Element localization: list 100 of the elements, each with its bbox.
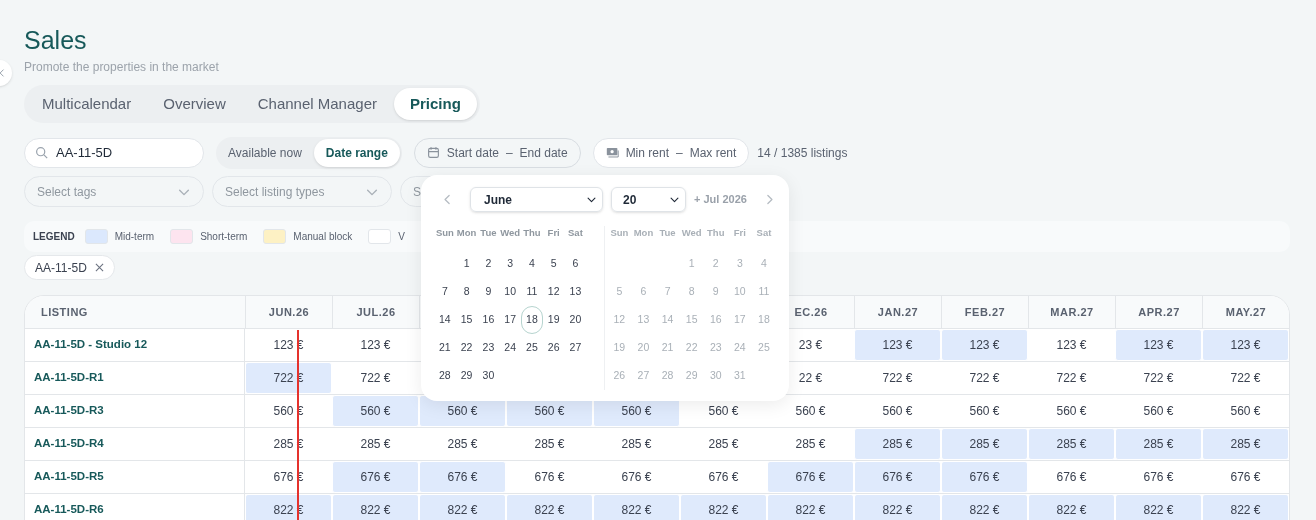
calendar-day[interactable]: 12 (542, 278, 565, 307)
calendar-day[interactable]: 19 (542, 306, 565, 335)
weekday-label: Tue (658, 226, 677, 240)
price-cell: 822 € (680, 494, 767, 520)
cash-icon (605, 147, 619, 158)
column-header: MAY.27 (1202, 296, 1289, 328)
calendar-day[interactable]: 20 (564, 306, 587, 335)
tab[interactable]: Overview (148, 88, 241, 120)
column-header: APR.27 (1115, 296, 1202, 328)
calendar-day[interactable]: 2 (477, 250, 500, 279)
page-subtitle: Promote the properties in the market (24, 59, 219, 76)
calendar-day[interactable]: 5 (542, 250, 565, 279)
weekday-label: Wed (680, 226, 703, 240)
price-cell: 676 € (854, 461, 941, 493)
calendar-day[interactable]: 10 (499, 278, 522, 307)
legend-label: Short-term (200, 230, 248, 244)
column-header: JUL.26 (332, 296, 419, 328)
calendar-day[interactable]: 16 (477, 306, 500, 335)
tab[interactable]: Pricing (394, 88, 477, 120)
calendar-day[interactable]: 28 (434, 362, 456, 391)
weekday-label: Sun (609, 226, 630, 240)
price-cell: 285 € (1115, 428, 1202, 460)
price-cell: 822 € (506, 494, 593, 520)
end-date-placeholder: End date (519, 144, 568, 162)
calendar-day[interactable]: 23 (477, 334, 500, 363)
weekday-label: Fri (546, 226, 561, 240)
max-rent-placeholder: Max rent (689, 144, 737, 162)
price-cell: 822 € (419, 494, 506, 520)
date-range-field[interactable]: Start date – End date (413, 137, 581, 168)
calendar-day[interactable]: 6 (564, 250, 587, 279)
toggle-option[interactable]: Date range (313, 138, 400, 167)
price-cell: 676 € (767, 461, 854, 493)
legend-title: LEGEND (33, 230, 75, 244)
range-separator: – (505, 144, 513, 162)
weekday-label: Thu (522, 226, 542, 240)
start-date-placeholder: Start date (446, 144, 499, 162)
calendar-day[interactable]: 8 (455, 278, 478, 307)
filter-chip[interactable]: AA-11-5D (24, 255, 115, 280)
price-cell: 676 € (332, 461, 419, 493)
calendar-day[interactable]: 3 (499, 250, 522, 279)
price-cell: 285 € (1028, 428, 1115, 460)
tab[interactable]: Multicalendar (27, 88, 147, 120)
calendar-day[interactable]: 4 (521, 250, 543, 279)
price-cell: 822 € (1028, 494, 1115, 520)
price-cell: 822 € (941, 494, 1028, 520)
calendar-day[interactable]: 1 (455, 250, 478, 279)
calendar-day[interactable]: 30 (477, 362, 500, 391)
calendar-day[interactable]: 25 (521, 334, 543, 363)
legend-label: Manual block (293, 230, 353, 244)
month-select[interactable]: June (470, 187, 603, 212)
price-cell: 285 € (854, 428, 941, 460)
close-icon[interactable] (94, 263, 104, 272)
calendar-day[interactable]: 17 (499, 306, 522, 335)
price-cell: 123 € (1202, 329, 1289, 361)
price-cell: 676 € (419, 461, 506, 493)
weekday-label: Sat (755, 226, 773, 240)
calendar-day[interactable]: 7 (434, 278, 456, 307)
price-cell: 822 € (1115, 494, 1202, 520)
weekday-label: Fri (732, 226, 747, 240)
column-header: LISTING (40, 304, 89, 320)
calendar-day[interactable]: 13 (564, 278, 587, 307)
weekday-label: Sun (434, 226, 455, 240)
price-cell: 560 € (332, 395, 419, 427)
listing-count: 14 / 1385 listings (757, 144, 848, 162)
column-header: MAR.27 (1028, 296, 1115, 328)
rent-range-field[interactable]: Min rent – Max rent (592, 137, 750, 168)
calendar-day[interactable]: 29 (455, 362, 478, 391)
calendar-day[interactable]: 26 (542, 334, 565, 363)
price-cell: 822 € (1202, 494, 1289, 520)
calendar-day[interactable]: 21 (434, 334, 456, 363)
calendar-day[interactable]: 15 (455, 306, 478, 335)
column-header: JUN.26 (245, 296, 332, 328)
weekday-label: Thu (706, 226, 726, 240)
price-cell: 822 € (854, 494, 941, 520)
price-cell: 822 € (332, 494, 419, 520)
calendar-day[interactable]: 14 (434, 306, 456, 335)
calendar-day[interactable]: 22 (455, 334, 478, 363)
toggle-option[interactable]: Available now (218, 138, 312, 167)
price-cell: 285 € (941, 428, 1028, 460)
calendar-icon (426, 146, 440, 159)
weekday-label: Tue (479, 226, 498, 240)
calendar-day[interactable]: 24 (499, 334, 522, 363)
price-cell: 285 € (1202, 428, 1289, 460)
price-cell: 123 € (854, 329, 941, 361)
search-input[interactable]: AA-11-5D (56, 142, 166, 163)
price-cell: 123 € (941, 329, 1028, 361)
weekday-label: Mon (455, 226, 478, 240)
tab[interactable]: Channel Manager (242, 88, 392, 120)
price-cell: 822 € (593, 494, 680, 520)
legend-label: Mid-term (114, 230, 155, 244)
chevron-left-icon (0, 68, 7, 78)
column-header: JAN.27 (854, 296, 941, 328)
weekday-label: Mon (632, 226, 655, 240)
calendar-day[interactable]: 11 (521, 278, 543, 307)
calendar-day[interactable]: 9 (477, 278, 500, 307)
next-month-label: + Jul 2026 (694, 192, 747, 208)
search-field[interactable]: AA-11-5D (24, 137, 204, 168)
calendar-day[interactable]: 27 (564, 334, 587, 363)
year-select[interactable]: 20 (611, 187, 686, 212)
weekday-label: Wed (499, 226, 522, 240)
